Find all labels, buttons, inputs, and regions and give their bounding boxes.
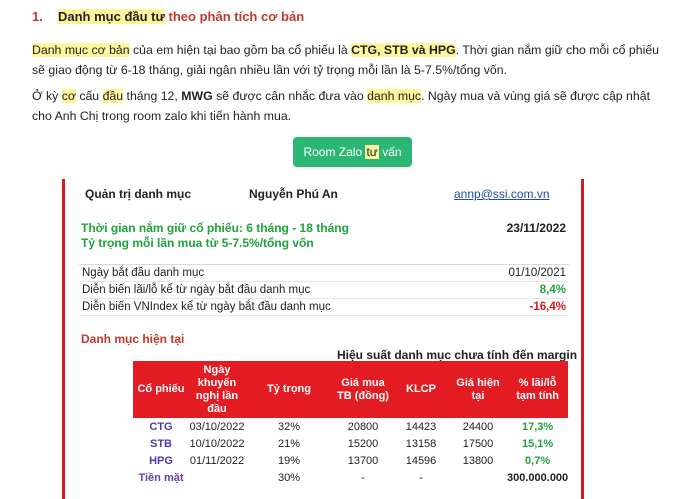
button-label-highlight: tư <box>365 145 379 159</box>
column-header: KLCP <box>393 361 449 418</box>
stat-label: Ngày bắt đầu danh mục <box>82 267 205 279</box>
highlight-text: danh mục <box>367 89 422 103</box>
button-label: vấn <box>382 145 402 159</box>
table-row: HPG 01/11/2022 19% 13700 14596 13800 0,7… <box>133 452 568 469</box>
paragraph-text: của em hiện tại bao gồm ba cổ phiếu là <box>129 43 352 57</box>
column-header: Cổ phiếu <box>133 361 189 418</box>
profit-cell: 15,1% <box>521 437 554 450</box>
report-date: 23/11/2022 <box>506 221 566 235</box>
table-row: STB 10/10/2022 21% 15200 13158 17500 15,… <box>133 435 568 452</box>
cash-label: Tiền mặt <box>138 471 184 484</box>
stats-table: Ngày bắt đầu danh mục 01/10/2021 Diễn bi… <box>79 264 569 316</box>
cash-value: 300.000.000 <box>507 471 569 484</box>
profit-cell: 0,7% <box>525 454 551 467</box>
table-cell <box>449 469 507 486</box>
section-heading: 1. Danh mục đầu tư theo phân tích cơ bản <box>32 9 304 24</box>
portfolio-card: Quản trị danh mục Nguyễn Phú An annp@ssi… <box>62 179 584 499</box>
holding-period: Thời gian nắm giữ cổ phiếu: 6 tháng - 18… <box>81 221 349 235</box>
intro-paragraph: Danh mục cơ bản của em hiện tại bao gồm … <box>32 40 672 80</box>
table-cell: 03/10/2022 <box>189 420 245 433</box>
table-cell: 10/10/2022 <box>189 437 245 450</box>
stat-label: Diễn biến VNIndex kể từ ngày bắt đầu dan… <box>82 301 331 313</box>
table-cell: 20800 <box>347 420 379 433</box>
manager-label: Quản trị danh mục <box>85 187 192 201</box>
highlight-text: Danh mục cơ bản <box>32 43 130 57</box>
stat-value: 01/10/2021 <box>508 267 566 279</box>
table-cell: - <box>419 471 423 484</box>
column-header: Giá mua TB (đồng) <box>333 361 393 418</box>
paragraph-text: tháng 12, <box>123 89 182 103</box>
stat-row: Ngày bắt đầu danh mục 01/10/2021 <box>79 265 569 282</box>
column-header: Giá hiện tại <box>449 361 507 418</box>
table-cell: - <box>361 471 365 484</box>
table-cell: 24400 <box>462 420 494 433</box>
ticker-cell: HPG <box>149 454 173 467</box>
current-portfolio-title: Danh mục hiện tại <box>81 332 185 346</box>
manager-email-link[interactable]: annp@ssi.com.vn <box>454 187 550 201</box>
highlight-text: đầu <box>102 89 124 103</box>
table-cell: 13700 <box>347 454 379 467</box>
stat-row: Diễn biến VNIndex kể từ ngày bắt đầu dan… <box>79 299 569 316</box>
table-cell: 21% <box>277 437 301 450</box>
button-label: Room Zalo <box>303 145 363 159</box>
paragraph-text: Ở kỳ <box>32 89 62 103</box>
performance-title: Hiệu suất danh mục chưa tính đến margin <box>337 348 578 362</box>
heading-highlight: Danh mục đầu tư <box>58 9 165 24</box>
cash-row: Tiền mặt 30% - - 300.000.000 <box>133 469 568 486</box>
stat-row: Diễn biến lãi/lỗ kể từ ngày bắt đầu danh… <box>79 282 569 299</box>
paragraph-text: sẽ được cân nhắc đưa vào <box>212 89 368 103</box>
table-cell: 14423 <box>405 420 437 433</box>
highlight-text: cơ <box>61 89 76 103</box>
table-cell <box>189 469 245 486</box>
stat-label: Diễn biến lãi/lỗ kể từ ngày bắt đầu danh… <box>82 284 311 296</box>
paragraph-text: cấu <box>75 89 103 103</box>
table-cell: 17500 <box>462 437 494 450</box>
column-header: Tỷ trọng <box>245 361 333 418</box>
tickers-text: CTG, STB và HPG <box>351 43 456 57</box>
table-cell: 01/11/2022 <box>189 454 245 467</box>
table-cell: 14596 <box>405 454 437 467</box>
update-paragraph: Ở kỳ cơ cấu đầu tháng 12, MWG sẽ được câ… <box>32 86 672 126</box>
table-cell: 15200 <box>347 437 379 450</box>
table-cell: 30% <box>277 471 301 484</box>
section-number: 1. <box>32 9 43 24</box>
column-header: % lãi/lỗ tạm tính <box>507 361 569 418</box>
table-cell: 32% <box>277 420 301 433</box>
stat-value: 8,4% <box>539 284 566 296</box>
table-row: CTG 03/10/2022 32% 20800 14423 24400 17,… <box>133 418 568 435</box>
manager-name: Nguyễn Phú An <box>249 187 338 201</box>
table-cell: 13158 <box>405 437 437 450</box>
heading-rest: theo phân tích cơ bản <box>164 9 305 24</box>
table-cell: 13800 <box>462 454 494 467</box>
stat-value: -16,4% <box>529 301 566 313</box>
ticker-mwg: MWG <box>181 89 213 103</box>
portfolio-table: Cổ phiếu Ngày khuyến nghị lần đầu Tỷ trọ… <box>133 361 569 486</box>
weight-rule: Tỷ trọng mỗi lần mua từ 5-7.5%/tổng vốn <box>81 236 314 250</box>
zalo-room-button[interactable]: Room Zalo tư vấn <box>293 137 412 167</box>
ticker-cell: CTG <box>149 420 173 433</box>
column-header: Ngày khuyến nghị lần đầu <box>189 361 245 418</box>
profit-cell: 17,3% <box>521 420 554 433</box>
table-cell: 19% <box>277 454 301 467</box>
table-header-row: Cổ phiếu Ngày khuyến nghị lần đầu Tỷ trọ… <box>133 361 569 418</box>
ticker-cell: STB <box>150 437 172 450</box>
